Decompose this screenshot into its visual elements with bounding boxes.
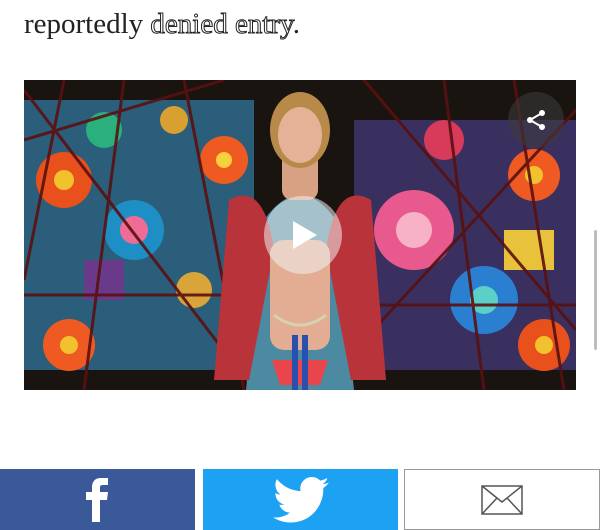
email-share-button[interactable]: [404, 469, 600, 530]
social-share-bar: [0, 469, 600, 530]
share-icon: [527, 110, 545, 130]
twitter-icon: [272, 476, 329, 522]
facebook-share-button[interactable]: [0, 469, 195, 530]
play-button[interactable]: [264, 196, 342, 274]
facebook-icon: [86, 477, 109, 522]
article-text: reportedly denied entry.: [24, 4, 300, 44]
share-button[interactable]: [508, 92, 564, 148]
video-player[interactable]: [24, 80, 576, 390]
article-text-after: .: [292, 8, 300, 40]
email-icon: [481, 484, 523, 515]
scrollbar[interactable]: [594, 230, 597, 350]
play-icon: [293, 221, 317, 249]
twitter-share-button[interactable]: [202, 469, 399, 530]
denied-entry-link[interactable]: denied entry: [150, 8, 293, 41]
article-text-before: reportedly: [24, 8, 151, 40]
